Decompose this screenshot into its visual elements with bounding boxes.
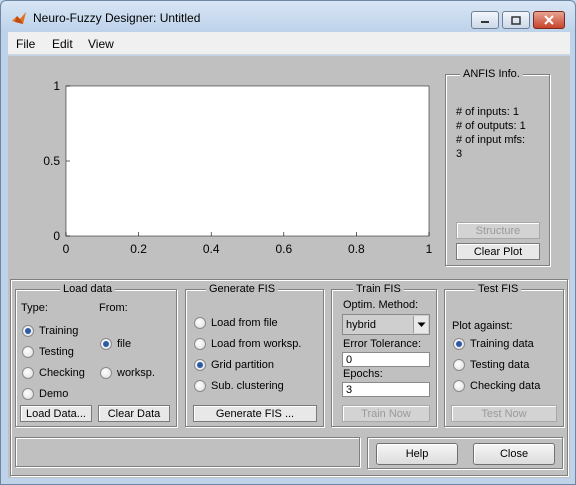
plot-against-label: Plot against: <box>452 320 513 332</box>
info-line-outputs: # of outputs: 1 <box>456 120 526 132</box>
gen-sub-clustering-label[interactable]: Sub. clustering <box>211 380 284 392</box>
error-tolerance-label: Error Tolerance: <box>343 338 422 350</box>
test-training-radio[interactable] <box>453 338 465 350</box>
matlab-logo-icon <box>12 12 26 24</box>
y-tick-label: 0.5 <box>43 154 60 168</box>
info-line-inputs: # of inputs: 1 <box>456 106 519 118</box>
info-line-mfs-value: 3 <box>456 148 463 160</box>
type-checking-label[interactable]: Checking <box>39 367 85 379</box>
anfis-info-panel: ANFIS Info. # of inputs: 1 # of outputs:… <box>445 68 550 266</box>
maximize-button[interactable] <box>502 11 530 29</box>
from-workspace-label[interactable]: worksp. <box>117 367 155 379</box>
test-checking-radio[interactable] <box>453 380 465 392</box>
dropdown-button[interactable] <box>413 316 428 333</box>
type-testing-label[interactable]: Testing <box>39 346 74 358</box>
train-fis-title: Train FIS <box>353 283 404 295</box>
load-data-title: Load data <box>60 283 115 295</box>
gen-grid-partition-radio[interactable] <box>194 359 206 371</box>
gen-load-workspace-label[interactable]: Load from worksp. <box>211 338 301 350</box>
gen-load-file-radio[interactable] <box>194 317 206 329</box>
test-now-button[interactable]: Test Now <box>451 405 557 422</box>
gen-grid-partition-label[interactable]: Grid partition <box>211 359 274 371</box>
type-training-label[interactable]: Training <box>39 325 78 337</box>
structure-button[interactable]: Structure <box>456 222 540 239</box>
y-tick-label: 1 <box>53 79 60 93</box>
epochs-input[interactable] <box>342 382 430 397</box>
gen-sub-clustering-radio[interactable] <box>194 380 206 392</box>
type-testing-radio[interactable] <box>22 346 34 358</box>
from-file-radio[interactable] <box>100 338 112 350</box>
test-training-label[interactable]: Training data <box>470 338 534 350</box>
optim-method-label: Optim. Method: <box>343 299 419 311</box>
menu-view[interactable]: View <box>88 37 114 51</box>
x-tick-label: 0.8 <box>348 242 365 256</box>
generate-fis-button[interactable]: Generate FIS ... <box>193 405 317 422</box>
load-data-button[interactable]: Load Data... <box>20 405 92 422</box>
type-label: Type: <box>21 302 48 314</box>
train-now-button[interactable]: Train Now <box>342 405 430 422</box>
menu-bar: File Edit View <box>8 32 570 55</box>
test-testing-label[interactable]: Testing data <box>470 359 529 371</box>
maximize-icon <box>511 15 521 25</box>
generate-fis-panel: Generate FIS Load from file Load from wo… <box>185 283 324 427</box>
load-data-panel: Load data Type: From: Training Testing C… <box>15 283 177 427</box>
type-checking-radio[interactable] <box>22 367 34 379</box>
x-tick-label: 0 <box>63 242 70 256</box>
data-plot: 1 0.5 0 0 0.2 0.4 0.6 0.8 1 <box>43 79 433 256</box>
x-tick-label: 0.2 <box>130 242 147 256</box>
chevron-down-icon <box>417 322 426 327</box>
type-training-radio[interactable] <box>22 325 34 337</box>
y-tick-label: 0 <box>53 229 60 243</box>
plot-area <box>65 85 430 237</box>
minimize-button[interactable] <box>471 11 499 29</box>
error-tolerance-input[interactable] <box>342 352 430 367</box>
from-workspace-radio[interactable] <box>100 367 112 379</box>
menu-file[interactable]: File <box>16 37 35 51</box>
clear-data-button[interactable]: Clear Data <box>98 405 170 422</box>
close-icon <box>544 15 554 25</box>
anfis-info-title: ANFIS Info. <box>460 68 523 80</box>
help-button[interactable]: Help <box>376 443 458 465</box>
close-button[interactable]: Close <box>473 443 555 465</box>
generate-fis-title: Generate FIS <box>206 283 279 295</box>
gen-load-file-label[interactable]: Load from file <box>211 317 278 329</box>
type-demo-radio[interactable] <box>22 388 34 400</box>
from-label: From: <box>99 302 128 314</box>
menu-edit[interactable]: Edit <box>52 37 73 51</box>
close-window-button[interactable] <box>533 11 565 29</box>
gen-load-workspace-radio[interactable] <box>194 338 206 350</box>
type-demo-label[interactable]: Demo <box>39 388 68 400</box>
test-testing-radio[interactable] <box>453 359 465 371</box>
test-fis-title: Test FIS <box>475 283 522 295</box>
optim-method-select[interactable]: hybrid <box>342 314 430 335</box>
minimize-icon <box>481 21 489 23</box>
designer-client-area: 1 0.5 0 0 0.2 0.4 0.6 0.8 1 ANFIS Info. # of in… <box>8 56 570 478</box>
title-bar[interactable]: Neuro-Fuzzy Designer: Untitled <box>1 1 575 31</box>
window-title: Neuro-Fuzzy Designer: Untitled <box>33 11 201 25</box>
test-checking-label[interactable]: Checking data <box>470 380 540 392</box>
test-fis-panel: Test FIS Plot against: Training data Tes… <box>444 283 564 427</box>
clear-plot-button[interactable]: Clear Plot <box>456 243 540 260</box>
footer-buttons-frame: Help Close <box>367 437 563 469</box>
from-file-label[interactable]: file <box>117 338 131 350</box>
x-tick-label: 1 <box>426 242 433 256</box>
x-tick-label: 0.6 <box>275 242 292 256</box>
app-window: Neuro-Fuzzy Designer: Untitled File Edit… <box>0 0 576 485</box>
x-tick-label: 0.4 <box>203 242 220 256</box>
info-line-mfs: # of input mfs: <box>456 134 526 146</box>
optim-method-value: hybrid <box>346 319 376 331</box>
train-fis-panel: Train FIS Optim. Method: hybrid Error To… <box>331 283 437 427</box>
status-box <box>15 437 360 467</box>
epochs-label: Epochs: <box>343 368 383 380</box>
